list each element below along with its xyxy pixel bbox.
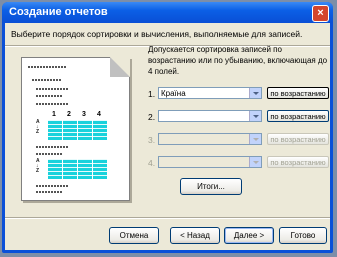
page-fold [110,57,130,77]
title-bar[interactable]: Создание отчетов × [2,2,333,23]
sort-field-1-value: Країна [161,89,186,98]
sort-order-1-button[interactable]: по возрастанию [267,87,329,99]
totals-button[interactable]: Итоги... [180,178,242,195]
sort-preview-image: 1 2 3 4 A ↓ Z A ↓ Z [21,57,130,201]
sort-az-icon: A ↓ Z [36,119,40,135]
wizard-client-area: Выберите порядок сортировки и вычисления… [5,23,330,250]
dropdown-arrow-icon[interactable] [249,157,261,167]
preview-column-number: 3 [82,111,86,118]
sort-description: Допускается сортировка записей по возрас… [148,45,328,76]
back-button[interactable]: < Назад [170,227,220,244]
report-wizard-window: Создание отчетов × Выберите порядок сорт… [2,2,333,253]
bottom-divider [5,217,330,219]
finish-button[interactable]: Готово [279,227,327,244]
preview-group-line [36,153,62,155]
sort-row-number: 1. [148,89,156,99]
dropdown-arrow-icon[interactable] [249,111,261,121]
preview-data-block [48,159,108,179]
sort-field-3-combo[interactable] [158,133,262,145]
preview-group-line [36,103,68,105]
sort-row-number: 2. [148,112,156,122]
sort-field-1-combo[interactable]: Країна [158,87,262,99]
preview-group-line [32,79,62,81]
preview-group-line [36,185,68,187]
instructions-text: Выберите порядок сортировки и вычисления… [11,29,303,39]
window-title: Создание отчетов [9,6,108,18]
next-button[interactable]: Далее > [224,227,274,244]
sort-row-number: 3. [148,135,156,145]
close-button[interactable]: × [312,5,329,22]
dropdown-arrow-icon[interactable] [249,134,261,144]
preview-group-line [36,191,62,193]
sort-row-number: 4. [148,158,156,168]
preview-column-number: 2 [67,111,71,118]
preview-data-block [48,120,108,140]
cancel-button[interactable]: Отмена [109,227,159,244]
sort-order-2-button[interactable]: по возрастанию [267,110,329,122]
preview-column-number: 4 [97,111,101,118]
sort-az-icon: A ↓ Z [36,158,40,174]
sort-field-2-combo[interactable] [158,110,262,122]
sort-field-4-combo[interactable] [158,156,262,168]
dropdown-arrow-icon[interactable] [249,88,261,98]
preview-group-line [36,146,68,148]
preview-group-line [36,88,68,90]
preview-column-number: 1 [52,111,56,118]
sort-order-4-button[interactable]: по возрастанию [267,156,329,168]
preview-group-line [36,95,62,97]
sort-order-3-button[interactable]: по возрастанию [267,133,329,145]
preview-title-line [28,66,66,68]
